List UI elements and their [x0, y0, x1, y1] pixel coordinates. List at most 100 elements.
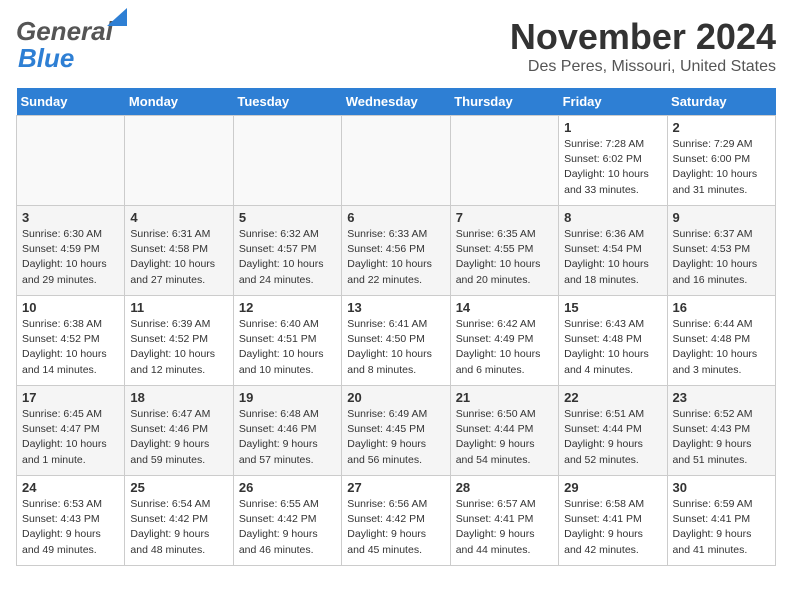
day-info: Sunrise: 6:41 AM Sunset: 4:50 PM Dayligh… [347, 317, 444, 378]
day-number: 21 [456, 390, 553, 405]
calendar-cell: 21Sunrise: 6:50 AM Sunset: 4:44 PM Dayli… [450, 386, 558, 476]
day-info: Sunrise: 7:28 AM Sunset: 6:02 PM Dayligh… [564, 137, 661, 198]
logo-blue: Blue [18, 43, 74, 74]
calendar-cell: 12 Sunrise: 6:40 AM Sunset: 4:51 PM Dayli… [233, 296, 341, 386]
day-number: 27 [347, 480, 444, 495]
calendar-cell: 8 Sunrise: 6:36 AM Sunset: 4:54 PM Daylig… [559, 206, 667, 296]
calendar-cell: 17 Sunrise: 6:45 AM Sunset: 4:47 PM Dayli… [17, 386, 125, 476]
day-info: Sunrise: 6:58 AM Sunset: 4:41 PM Dayligh… [564, 497, 661, 558]
day-info: Sunrise: 6:55 AM Sunset: 4:42 PM Dayligh… [239, 497, 336, 558]
weekday-header: Tuesday [233, 88, 341, 116]
day-number: 29 [564, 480, 661, 495]
day-number: 18 [130, 390, 227, 405]
calendar-week-row: 1Sunrise: 7:28 AM Sunset: 6:02 PM Daylig… [17, 116, 776, 206]
day-info: Sunrise: 7:29 AM Sunset: 6:00 PM Dayligh… [673, 137, 770, 198]
weekday-header: Wednesday [342, 88, 450, 116]
calendar-cell: 26Sunrise: 6:55 AM Sunset: 4:42 PM Dayli… [233, 476, 341, 566]
day-number: 6 [347, 210, 444, 225]
calendar-cell: 30 Sunrise: 6:59 AM Sunset: 4:41 PM Dayli… [667, 476, 775, 566]
day-number: 4 [130, 210, 227, 225]
day-number: 9 [673, 210, 770, 225]
day-info: Sunrise: 6:57 AM Sunset: 4:41 PM Dayligh… [456, 497, 553, 558]
calendar-cell [125, 116, 233, 206]
day-info: Sunrise: 6:30 AM Sunset: 4:59 PM Dayligh… [22, 227, 119, 288]
weekday-header: Sunday [17, 88, 125, 116]
calendar-cell: 24Sunrise: 6:53 AM Sunset: 4:43 PM Dayli… [17, 476, 125, 566]
day-info: Sunrise: 6:51 AM Sunset: 4:44 PM Dayligh… [564, 407, 661, 468]
calendar-cell: 23 Sunrise: 6:52 AM Sunset: 4:43 PM Dayli… [667, 386, 775, 476]
day-number: 5 [239, 210, 336, 225]
calendar-cell: 10Sunrise: 6:38 AM Sunset: 4:52 PM Dayli… [17, 296, 125, 386]
day-number: 8 [564, 210, 661, 225]
calendar-cell: 18 Sunrise: 6:47 AM Sunset: 4:46 PM Dayli… [125, 386, 233, 476]
weekday-header: Monday [125, 88, 233, 116]
day-info: Sunrise: 6:52 AM Sunset: 4:43 PM Dayligh… [673, 407, 770, 468]
calendar-cell: 19 Sunrise: 6:48 AM Sunset: 4:46 PM Dayli… [233, 386, 341, 476]
day-info: Sunrise: 6:42 AM Sunset: 4:49 PM Dayligh… [456, 317, 553, 378]
day-info: Sunrise: 6:43 AM Sunset: 4:48 PM Dayligh… [564, 317, 661, 378]
location-subtitle: Des Peres, Missouri, United States [510, 58, 776, 76]
day-number: 28 [456, 480, 553, 495]
day-number: 17 [22, 390, 119, 405]
logo-arrow-icon [107, 8, 127, 26]
day-info: Sunrise: 6:31 AM Sunset: 4:58 PM Dayligh… [130, 227, 227, 288]
day-info: Sunrise: 6:37 AM Sunset: 4:53 PM Dayligh… [673, 227, 770, 288]
calendar-cell: 27 Sunrise: 6:56 AM Sunset: 4:42 PM Dayli… [342, 476, 450, 566]
day-info: Sunrise: 6:40 AM Sunset: 4:51 PM Dayligh… [239, 317, 336, 378]
logo-general: General [16, 16, 113, 46]
day-info: Sunrise: 6:33 AM Sunset: 4:56 PM Dayligh… [347, 227, 444, 288]
month-title: November 2024 [510, 16, 776, 58]
day-info: Sunrise: 6:48 AM Sunset: 4:46 PM Dayligh… [239, 407, 336, 468]
day-number: 12 [239, 300, 336, 315]
day-number: 22 [564, 390, 661, 405]
calendar-cell: 14 Sunrise: 6:42 AM Sunset: 4:49 PM Dayli… [450, 296, 558, 386]
calendar-week-row: 3 Sunrise: 6:30 AM Sunset: 4:59 PM Daylig… [17, 206, 776, 296]
title-section: November 2024 Des Peres, Missouri, Unite… [510, 16, 776, 76]
calendar-cell: 11Sunrise: 6:39 AM Sunset: 4:52 PM Dayli… [125, 296, 233, 386]
day-number: 23 [673, 390, 770, 405]
weekday-header: Saturday [667, 88, 775, 116]
calendar-cell: 5 Sunrise: 6:32 AM Sunset: 4:57 PM Daylig… [233, 206, 341, 296]
day-number: 20 [347, 390, 444, 405]
calendar-cell [450, 116, 558, 206]
day-number: 14 [456, 300, 553, 315]
day-number: 30 [673, 480, 770, 495]
day-info: Sunrise: 6:36 AM Sunset: 4:54 PM Dayligh… [564, 227, 661, 288]
day-info: Sunrise: 6:54 AM Sunset: 4:42 PM Dayligh… [130, 497, 227, 558]
calendar-cell: 3 Sunrise: 6:30 AM Sunset: 4:59 PM Daylig… [17, 206, 125, 296]
day-info: Sunrise: 6:45 AM Sunset: 4:47 PM Dayligh… [22, 407, 119, 468]
page-header: General Blue November 2024 Des Peres, Mi… [16, 16, 776, 76]
day-info: Sunrise: 6:32 AM Sunset: 4:57 PM Dayligh… [239, 227, 336, 288]
calendar-week-row: 24Sunrise: 6:53 AM Sunset: 4:43 PM Dayli… [17, 476, 776, 566]
day-info: Sunrise: 6:35 AM Sunset: 4:55 PM Dayligh… [456, 227, 553, 288]
day-number: 10 [22, 300, 119, 315]
calendar-week-row: 10Sunrise: 6:38 AM Sunset: 4:52 PM Dayli… [17, 296, 776, 386]
calendar-table: SundayMondayTuesdayWednesdayThursdayFrid… [16, 88, 776, 566]
calendar-cell: 2 Sunrise: 7:29 AM Sunset: 6:00 PM Daylig… [667, 116, 775, 206]
calendar-cell: 22 Sunrise: 6:51 AM Sunset: 4:44 PM Dayli… [559, 386, 667, 476]
day-number: 16 [673, 300, 770, 315]
calendar-cell: 25 Sunrise: 6:54 AM Sunset: 4:42 PM Dayli… [125, 476, 233, 566]
day-number: 3 [22, 210, 119, 225]
day-number: 25 [130, 480, 227, 495]
calendar-week-row: 17 Sunrise: 6:45 AM Sunset: 4:47 PM Dayli… [17, 386, 776, 476]
day-number: 19 [239, 390, 336, 405]
calendar-cell: 1Sunrise: 7:28 AM Sunset: 6:02 PM Daylig… [559, 116, 667, 206]
calendar-cell: 6 Sunrise: 6:33 AM Sunset: 4:56 PM Daylig… [342, 206, 450, 296]
day-number: 24 [22, 480, 119, 495]
day-info: Sunrise: 6:49 AM Sunset: 4:45 PM Dayligh… [347, 407, 444, 468]
calendar-cell: 20 Sunrise: 6:49 AM Sunset: 4:45 PM Dayli… [342, 386, 450, 476]
day-number: 7 [456, 210, 553, 225]
day-info: Sunrise: 6:47 AM Sunset: 4:46 PM Dayligh… [130, 407, 227, 468]
logo: General Blue [16, 16, 113, 74]
calendar-cell: 4 Sunrise: 6:31 AM Sunset: 4:58 PM Daylig… [125, 206, 233, 296]
day-info: Sunrise: 6:56 AM Sunset: 4:42 PM Dayligh… [347, 497, 444, 558]
day-info: Sunrise: 6:59 AM Sunset: 4:41 PM Dayligh… [673, 497, 770, 558]
day-info: Sunrise: 6:39 AM Sunset: 4:52 PM Dayligh… [130, 317, 227, 378]
weekday-header: Thursday [450, 88, 558, 116]
day-number: 2 [673, 120, 770, 135]
calendar-cell [17, 116, 125, 206]
weekday-header: Friday [559, 88, 667, 116]
day-info: Sunrise: 6:44 AM Sunset: 4:48 PM Dayligh… [673, 317, 770, 378]
calendar-cell [233, 116, 341, 206]
